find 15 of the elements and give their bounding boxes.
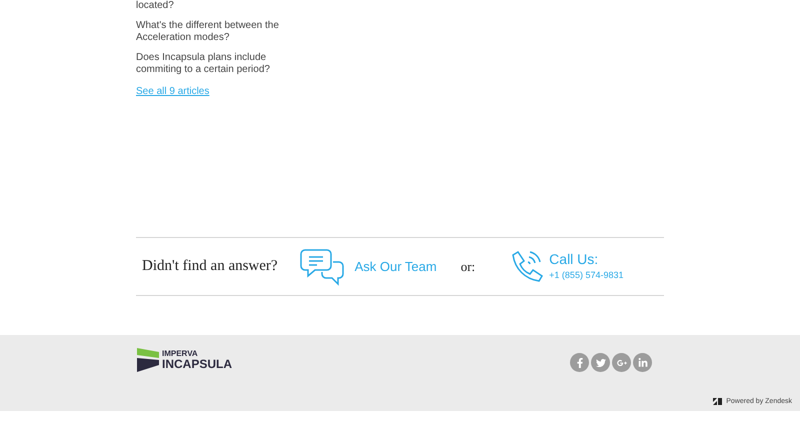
logo-icon	[137, 348, 159, 372]
google-plus-icon[interactable]	[612, 353, 631, 372]
article-link[interactable]: What's the different between the Acceleration modes?	[136, 20, 286, 44]
zendesk-logo-icon	[713, 398, 722, 406]
logo-bottom-text: INCAPSULA	[162, 358, 232, 370]
article-link[interactable]: located?	[136, 0, 286, 12]
twitter-icon[interactable]	[591, 353, 610, 372]
logo-top-text: IMPERVA	[162, 350, 199, 358]
facebook-icon[interactable]	[570, 353, 589, 372]
or-text: or:	[460, 258, 476, 276]
call-us-title: Call Us:	[549, 250, 600, 267]
chat-bubbles-icon	[300, 248, 345, 286]
no-answer-text: Didn't find an answer?	[142, 257, 278, 276]
linkedin-icon[interactable]	[633, 353, 652, 372]
article-link[interactable]: Does Incapsula plans include commiting to a certain period?	[136, 52, 286, 76]
